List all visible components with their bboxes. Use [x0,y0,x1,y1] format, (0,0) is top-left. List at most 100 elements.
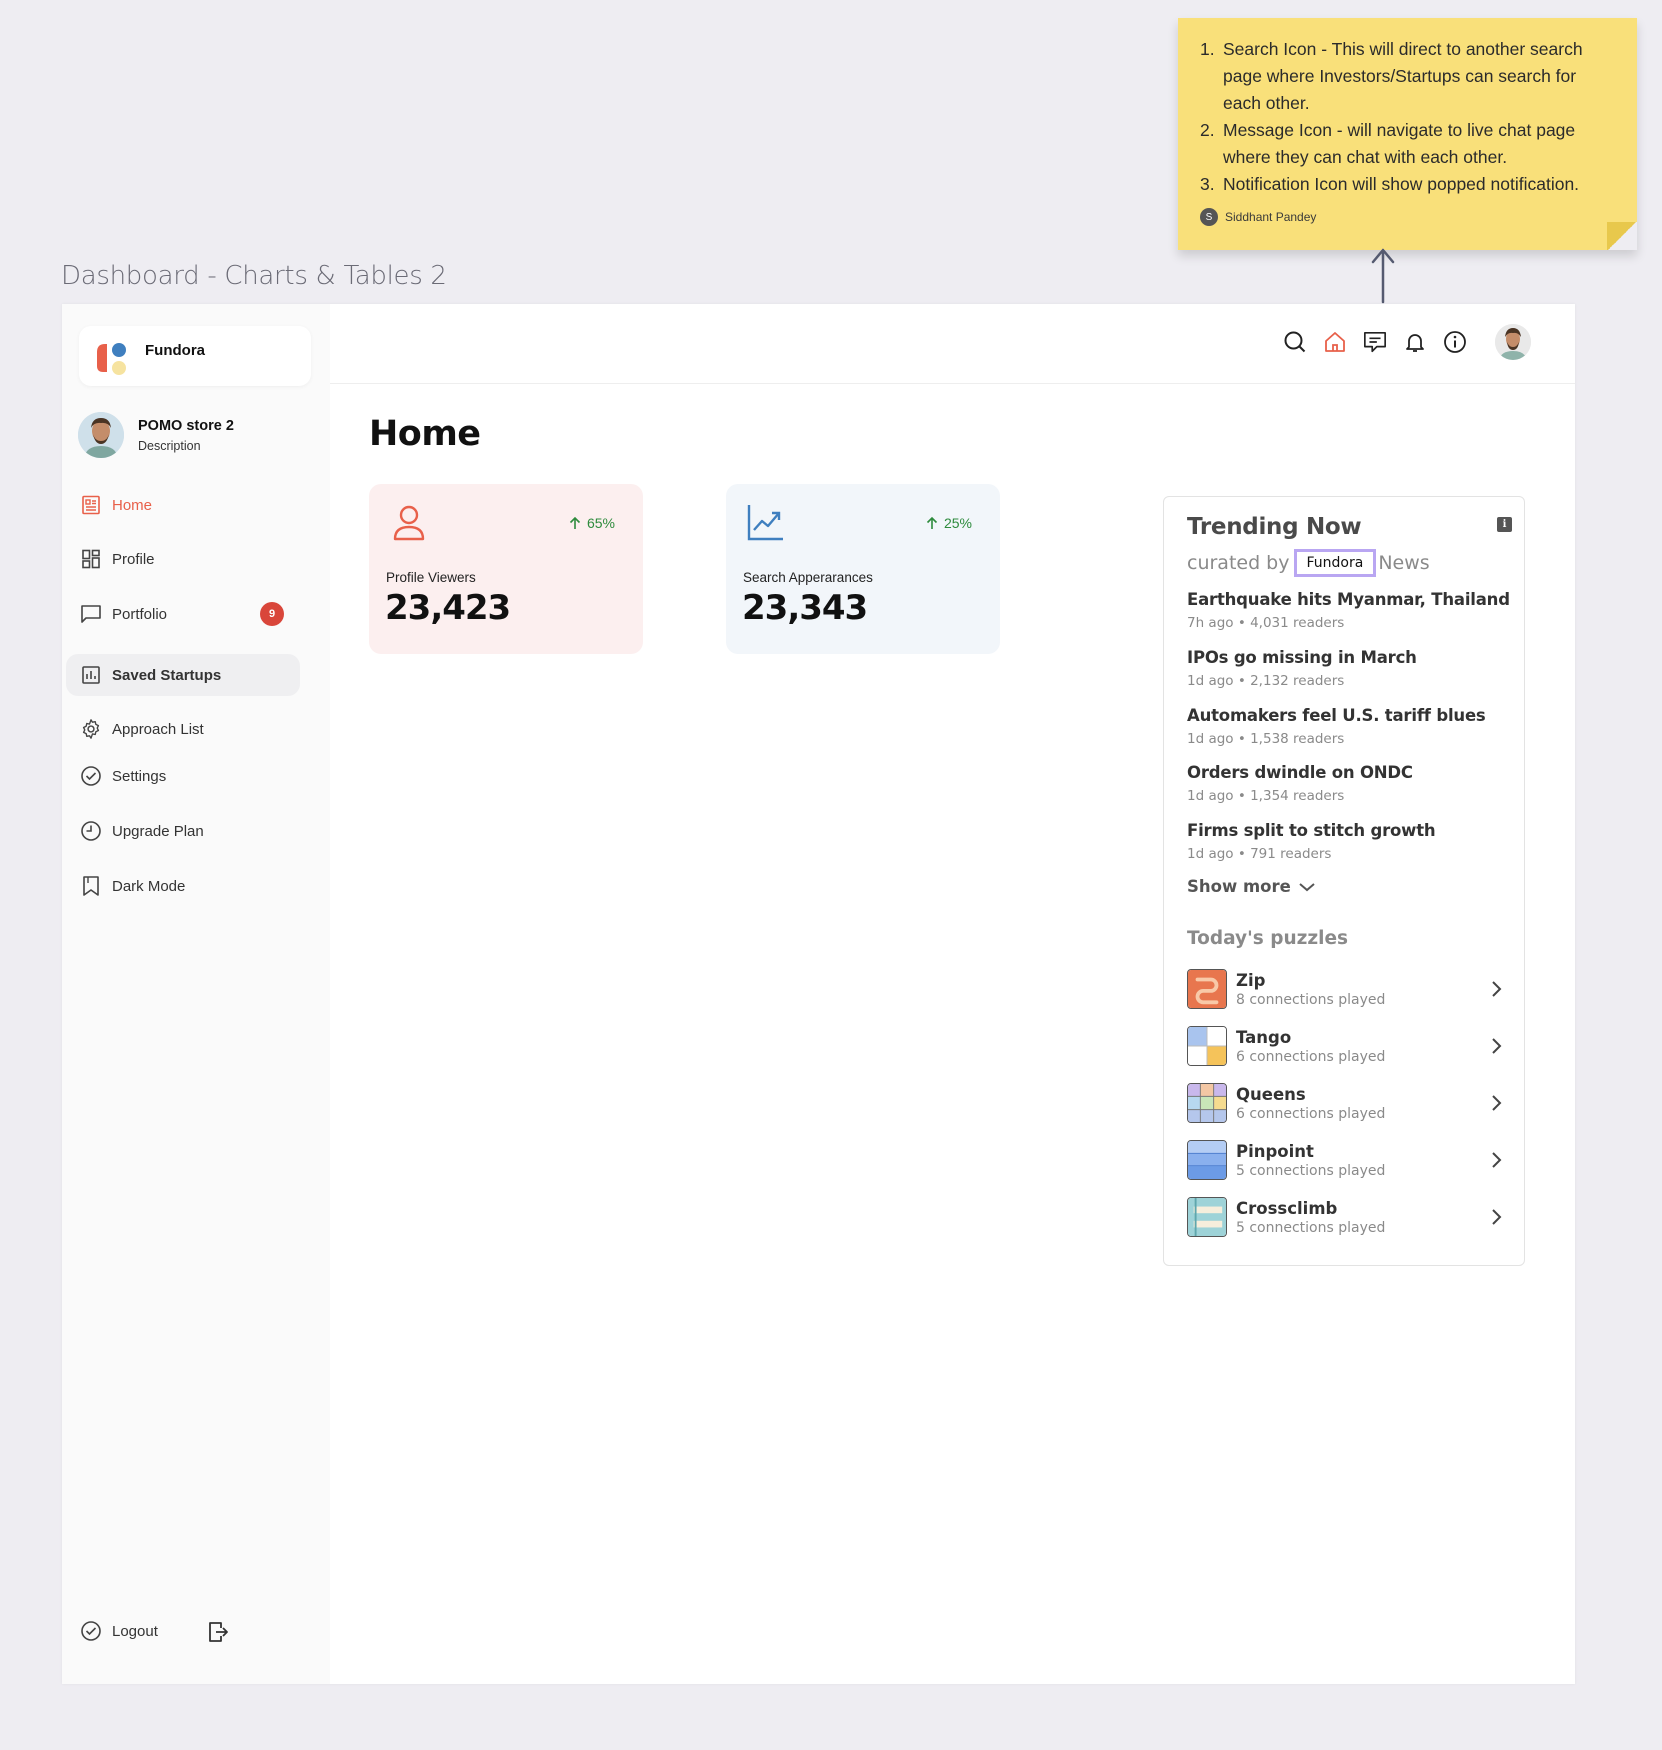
trend-up-icon [747,505,783,541]
user-description: Description [138,438,201,453]
user-info: POMO store 2 Description [138,418,234,453]
sidebar-item-portfolio[interactable]: Portfolio 9 [66,593,300,635]
page-title: Home [369,414,481,454]
logout-button[interactable]: Logout [80,1620,158,1642]
avatar[interactable] [1495,324,1531,360]
puzzle-item-pinpoint[interactable]: Pinpoint 5 connections played [1187,1138,1503,1182]
news-item[interactable]: Orders dwindle on ONDC 1d ago • 1,354 re… [1187,763,1413,804]
news-icon [80,494,102,516]
clock-icon [80,820,102,842]
sidebar-item-saved-startups[interactable]: Saved Startups [66,654,300,696]
curated-by: curated by Fundora News [1187,549,1430,577]
sticky-note-item: Search Icon - This will direct to anothe… [1200,36,1583,113]
user-avatar [78,412,124,458]
puzzle-meta: 6 connections played [1236,1105,1386,1122]
author-name: Siddhant Pandey [1225,210,1317,224]
sticky-note-item: Notification Icon will show popped notif… [1200,171,1580,198]
news-headline: Earthquake hits Myanmar, Thailand [1187,590,1510,609]
puzzle-text: Zip 8 connections played [1236,971,1385,1008]
message-icon[interactable] [1363,330,1387,354]
show-more-label: Show more [1187,877,1291,896]
stat-card-profile-viewers[interactable]: 65% Profile Viewers 23,423 [369,484,643,654]
check-circle-icon [80,1620,102,1642]
puzzle-name: Pinpoint [1236,1141,1314,1161]
info-icon[interactable] [1443,330,1467,354]
puzzle-text: Crossclimb 5 connections played [1236,1199,1385,1236]
sidebar: Fundora POMO store 2 Description Home Pr… [62,304,330,1684]
chevron-right-icon [1492,1038,1502,1054]
dashboard-icon [80,548,102,570]
news-item[interactable]: Firms split to stitch growth 1d ago • 79… [1187,821,1436,862]
logout-label: Logout [112,1622,158,1640]
sidebar-item-label: Settings [112,767,167,785]
check-circle-icon [80,765,102,787]
puzzle-item-crossclimb[interactable]: Crossclimb 5 connections played [1187,1195,1503,1239]
stat-label: Search Apperarances [743,570,873,585]
sidebar-item-dark-mode[interactable]: Dark Mode [66,865,300,907]
show-more-button[interactable]: Show more [1187,877,1315,896]
news-meta: 1d ago • 1,538 readers [1187,731,1345,747]
user-profile[interactable]: POMO store 2 Description [78,412,234,458]
search-icon[interactable] [1283,330,1307,354]
news-item[interactable]: Automakers feel U.S. tariff blues 1d ago… [1187,706,1486,747]
bell-icon[interactable] [1403,330,1427,354]
puzzle-item-tango[interactable]: Tango 6 connections played [1187,1024,1503,1068]
news-headline: Automakers feel U.S. tariff blues [1187,706,1486,725]
sidebar-item-settings[interactable]: Settings [66,755,300,797]
zip-puzzle-icon [1187,969,1227,1009]
sticky-note[interactable]: Search Icon - This will direct to anothe… [1178,18,1637,250]
top-bar [330,304,1575,384]
puzzle-name: Zip [1236,970,1266,990]
puzzle-meta: 8 connections played [1236,991,1386,1008]
sidebar-item-upgrade-plan[interactable]: Upgrade Plan [66,810,300,852]
puzzle-text: Tango 6 connections played [1236,1028,1385,1065]
trending-panel: Trending Now i curated by Fundora News E… [1163,496,1525,1266]
header-icons [1283,324,1531,360]
brand-logo-icon [97,343,126,375]
person-avatar-icon [78,412,124,458]
puzzle-meta: 6 connections played [1236,1048,1386,1065]
bar-chart-icon [80,664,102,686]
crossclimb-puzzle-icon [1187,1197,1227,1237]
stat-delta-value: 65% [586,515,615,531]
exit-icon[interactable] [207,1620,229,1644]
trending-title: Trending Now [1187,514,1362,540]
message-square-icon [80,603,102,625]
news-headline: IPOs go missing in March [1187,648,1417,667]
news-headline: Orders dwindle on ONDC [1187,763,1413,782]
sidebar-item-label: Upgrade Plan [112,822,204,840]
puzzle-meta: 5 connections played [1236,1219,1386,1236]
news-meta: 1d ago • 1,354 readers [1187,788,1345,804]
chevron-right-icon [1492,1152,1502,1168]
stat-card-search-appearances[interactable]: 25% Search Apperarances 23,343 [726,484,1000,654]
news-item[interactable]: IPOs go missing in March 1d ago • 2,132 … [1187,648,1417,689]
user-icon [393,505,425,541]
bookmark-icon [80,875,102,897]
puzzle-name: Crossclimb [1236,1198,1338,1218]
annotation-arrow-icon [1371,248,1395,304]
puzzle-item-queens[interactable]: Queens 6 connections played [1187,1081,1503,1125]
news-meta: 1d ago • 791 readers [1187,846,1332,862]
curated-prefix: curated by [1187,552,1290,574]
puzzle-text: Queens 6 connections played [1236,1085,1385,1122]
sidebar-item-home[interactable]: Home [66,484,300,526]
notification-badge: 9 [260,602,284,626]
news-item[interactable]: Earthquake hits Myanmar, Thailand 7h ago… [1187,590,1510,631]
stat-value: 23,423 [385,588,511,628]
stat-label: Profile Viewers [386,570,476,585]
brand-card[interactable]: Fundora [79,326,311,386]
puzzles-title: Today's puzzles [1187,928,1349,949]
sidebar-item-profile[interactable]: Profile [66,538,300,580]
info-icon[interactable]: i [1497,517,1512,532]
chevron-right-icon [1492,981,1502,997]
puzzle-item-zip[interactable]: Zip 8 connections played [1187,967,1503,1011]
sticky-note-author: S Siddhant Pandey [1200,208,1615,226]
home-icon[interactable] [1323,330,1347,354]
curated-brand-input[interactable]: Fundora [1293,549,1377,577]
sidebar-item-approach-list[interactable]: Approach List [66,708,300,750]
stat-delta: 65% [569,515,615,531]
sticky-note-item: Message Icon - will navigate to live cha… [1200,117,1576,167]
queens-puzzle-icon [1187,1083,1227,1123]
person-avatar-icon [1495,324,1531,360]
sticky-note-fold [1607,222,1637,250]
